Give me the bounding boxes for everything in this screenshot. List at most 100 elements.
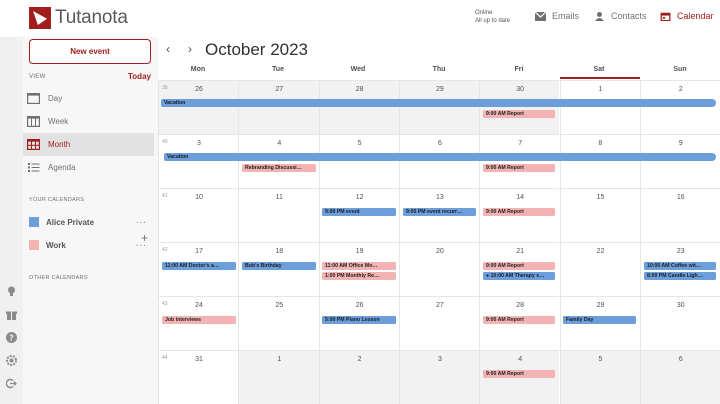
day-number[interactable]: 27 xyxy=(239,86,319,93)
day-number[interactable]: 30 xyxy=(480,86,560,93)
day-cell[interactable]: 26 39 xyxy=(158,80,239,134)
event-report[interactable]: 9:00 AM Report xyxy=(483,208,555,216)
event-office[interactable]: 11:00 AM Office Mo… xyxy=(322,262,396,270)
event-piano[interactable]: 5:00 PM Piano Lesson xyxy=(322,316,396,324)
day-number[interactable]: 15 xyxy=(561,194,641,201)
day-number[interactable]: 26 xyxy=(320,302,400,309)
day-cell[interactable]: 15 xyxy=(559,188,641,242)
day-number[interactable]: 23 xyxy=(641,248,720,255)
day-cell[interactable]: 9 xyxy=(639,134,720,188)
day-number[interactable]: 16 xyxy=(641,194,720,201)
day-number[interactable]: 20 xyxy=(400,248,480,255)
day-cell[interactable]: 16 xyxy=(639,188,720,242)
day-cell[interactable]: 1 xyxy=(238,350,319,404)
day-number[interactable]: 22 xyxy=(561,248,641,255)
day-number[interactable]: 17 xyxy=(159,248,239,255)
day-number[interactable]: 29 xyxy=(561,302,641,309)
event-family-day[interactable]: Family Day xyxy=(563,316,636,324)
settings-icon[interactable] xyxy=(6,355,17,366)
nav-contacts[interactable]: Contacts xyxy=(594,11,647,21)
day-cell[interactable]: 27 xyxy=(238,80,319,134)
event-job-interviews[interactable]: Job interviews xyxy=(162,316,236,324)
day-number[interactable]: 4 xyxy=(480,356,560,363)
app-logo[interactable]: Tutanota xyxy=(29,7,128,29)
event-report[interactable]: 9:00 AM Report xyxy=(483,316,555,324)
day-number[interactable]: 6 xyxy=(641,356,720,363)
day-number[interactable]: 19 xyxy=(320,248,400,255)
day-number[interactable]: 30 xyxy=(641,302,720,309)
day-cell[interactable]: 28 xyxy=(318,80,399,134)
day-number[interactable]: 1 xyxy=(239,356,319,363)
day-cell[interactable]: 11 xyxy=(238,188,319,242)
logout-icon[interactable] xyxy=(5,378,17,389)
event-vacation-w40[interactable]: Vacation xyxy=(164,153,716,161)
day-cell[interactable]: 27 xyxy=(398,296,480,350)
event-candle[interactable]: 8:00 PM Candle Ligh… xyxy=(644,272,716,280)
event-rebranding[interactable]: Rebranding Discussi… xyxy=(242,164,316,172)
day-number[interactable]: 29 xyxy=(400,86,480,93)
event-report[interactable]: 9:00 AM Report xyxy=(483,110,555,118)
day-number[interactable]: 18 xyxy=(239,248,319,255)
gift-icon[interactable] xyxy=(6,309,17,320)
day-cell[interactable]: 30 xyxy=(639,296,720,350)
day-number[interactable]: 28 xyxy=(480,302,560,309)
nav-calendar[interactable]: Calendar xyxy=(660,11,714,21)
day-number[interactable]: 1 xyxy=(561,86,641,93)
day-cell[interactable]: 6 xyxy=(639,350,720,404)
more-icon[interactable]: ··· xyxy=(136,241,147,250)
day-number[interactable]: 4 xyxy=(239,140,319,147)
day-number[interactable]: 5 xyxy=(320,140,400,147)
event-report[interactable]: 9:00 AM Report xyxy=(483,370,555,378)
day-cell[interactable]: 25 xyxy=(238,296,319,350)
day-cell[interactable]: 29 xyxy=(398,80,480,134)
day-cell[interactable]: 5 xyxy=(559,350,641,404)
day-number[interactable]: 14 xyxy=(480,194,560,201)
day-number[interactable]: 8 xyxy=(561,140,641,147)
new-event-button[interactable]: New event xyxy=(29,39,151,64)
event-therapy[interactable]: ● 10:00 AM Therapy s… xyxy=(483,272,555,280)
lightbulb-icon[interactable] xyxy=(6,286,17,297)
day-cell[interactable]: 2 xyxy=(639,80,720,134)
day-number[interactable]: 2 xyxy=(641,86,720,93)
calendar-item-alice-private[interactable]: Alice Private ··· xyxy=(29,215,153,229)
day-number[interactable]: 27 xyxy=(400,302,480,309)
nav-emails[interactable]: Emails xyxy=(535,11,579,21)
view-day[interactable]: Day xyxy=(23,87,154,110)
event-vacation-w39[interactable]: Vacation xyxy=(161,99,716,107)
event-recurring[interactable]: 9:00 PM event recurr… xyxy=(403,208,476,216)
day-cell[interactable]: 3 xyxy=(398,350,480,404)
day-number[interactable]: 12 xyxy=(320,194,400,201)
day-number[interactable]: 10 xyxy=(159,194,239,201)
day-cell[interactable]: 22 xyxy=(559,242,641,296)
event-wed-evening[interactable]: 9:00 PM event xyxy=(322,208,396,216)
day-number[interactable]: 3 xyxy=(159,140,239,147)
next-month-chevron-icon[interactable]: › xyxy=(188,42,192,56)
day-cell[interactable]: 3 40 xyxy=(158,134,239,188)
day-cell[interactable]: 31 44 xyxy=(158,350,239,404)
today-button[interactable]: Today xyxy=(128,72,151,81)
day-number[interactable]: 5 xyxy=(561,356,641,363)
day-cell[interactable]: 7 xyxy=(479,134,560,188)
calendar-item-work[interactable]: Work ··· xyxy=(29,238,153,252)
view-month[interactable]: Month xyxy=(23,133,154,156)
day-cell[interactable]: 6 xyxy=(398,134,480,188)
help-icon[interactable]: ? xyxy=(6,332,17,343)
day-cell[interactable]: 30 xyxy=(479,80,560,134)
previous-month-chevron-icon[interactable]: ‹ xyxy=(166,42,170,56)
view-agenda[interactable]: Agenda xyxy=(23,156,154,179)
day-number[interactable]: 25 xyxy=(239,302,319,309)
event-report[interactable]: 9:00 AM Report xyxy=(483,262,555,270)
day-number[interactable]: 11 xyxy=(239,194,319,201)
day-cell[interactable]: 2 xyxy=(318,350,399,404)
more-icon[interactable]: ··· xyxy=(136,218,147,227)
day-number[interactable]: 26 xyxy=(159,86,239,93)
event-report[interactable]: 9:00 AM Report xyxy=(483,164,555,172)
day-cell[interactable]: 5 xyxy=(318,134,400,188)
day-number[interactable]: 24 xyxy=(159,302,239,309)
view-week[interactable]: Week xyxy=(23,110,154,133)
day-number[interactable]: 9 xyxy=(641,140,720,147)
day-cell[interactable]: 20 xyxy=(398,242,480,296)
day-cell[interactable]: 1 xyxy=(559,80,641,134)
day-cell[interactable]: 10 41 xyxy=(158,188,239,242)
day-cell[interactable]: 8 xyxy=(559,134,641,188)
